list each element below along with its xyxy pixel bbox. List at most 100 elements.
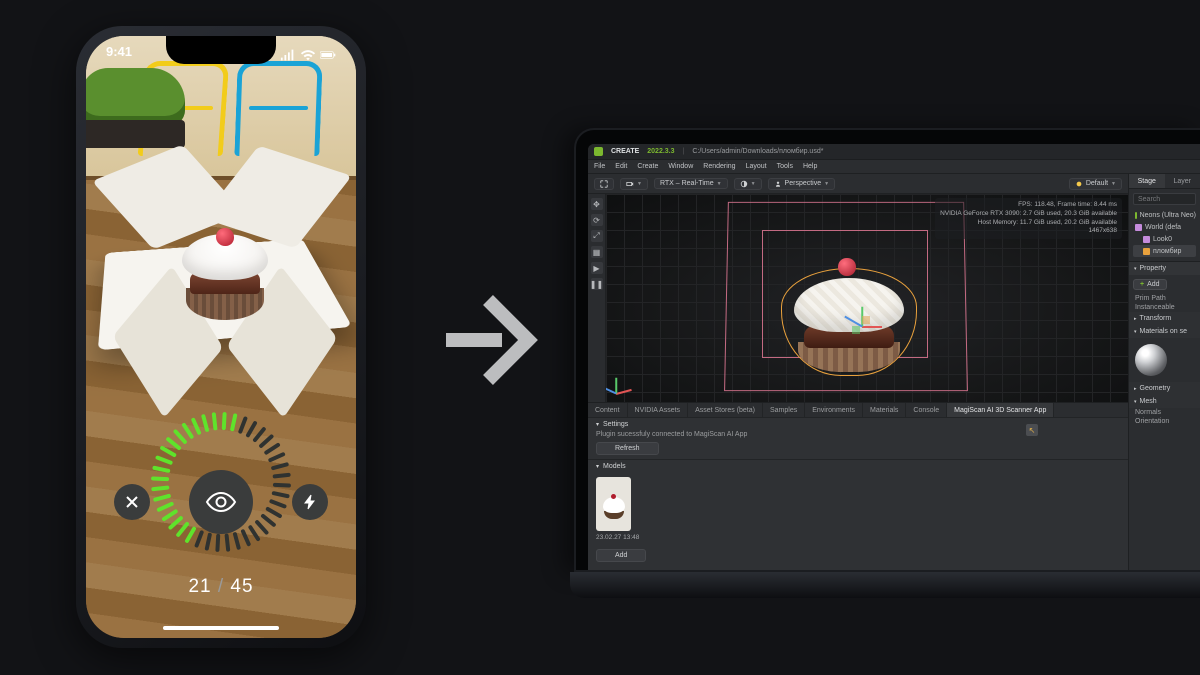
laptop-base [570,572,1200,598]
menu-window[interactable]: Window [668,163,693,170]
app-logo-icon [594,147,603,156]
property-add-button[interactable]: Add [1133,279,1167,290]
settings-panel: Settings Plugin sucessfuly connected to … [588,417,1128,459]
signal-icon [280,49,296,61]
scale-tool[interactable]: ⤢ [591,230,603,242]
settings-header[interactable]: Settings [588,418,1128,431]
stat-res: 1467x638 [940,227,1117,236]
tree-row[interactable]: пломбир [1133,245,1196,257]
renderer-label: RTX – Real-Time [660,180,714,187]
models-panel: Models 23.02.27 13:48 Add [588,459,1128,570]
menu-file[interactable]: File [594,163,605,170]
bottom-tab-7[interactable]: MagiScan AI 3D Scanner App [947,403,1054,417]
file-path: C:/Users/admin/Downloads/пломбир.usd* [692,148,823,155]
status-clock: 9:41 [106,44,132,66]
app-name: CREATE [611,148,639,155]
camera-mode-label: Perspective [785,180,822,187]
viewport-3d[interactable]: FPS: 118.48, Frame time: 8.44 ms NVIDIA … [606,194,1128,402]
tree-row[interactable]: Neons (Ultra Neo) [1133,209,1196,221]
viewport-toolbar: ▼ RTX – Real-Time▼ ▼ Perspective▼ Defaul… [588,174,1128,194]
bottom-tab-bar: ContentNVIDIA AssetsAsset Stores (beta)S… [588,402,1128,417]
shading-select-button[interactable]: ▼ [734,178,762,190]
bottom-tab-6[interactable]: Console [906,403,947,417]
bottom-tab-0[interactable]: Content [588,403,628,417]
axis-indicator-icon [616,370,640,394]
transfer-arrow-icon [438,280,538,400]
tree-row[interactable]: Look0 [1133,233,1196,245]
home-indicator[interactable] [163,626,279,630]
counter-current: 21 [188,576,211,597]
tab-stage[interactable]: Stage [1129,174,1165,188]
model-thumbnail [596,477,631,531]
instanceable-label: Instanceable [1129,303,1200,312]
capture-button[interactable] [189,470,253,534]
camera-select-button[interactable]: ▼ [620,178,648,190]
select-tool[interactable]: ↖ [1026,424,1038,436]
status-icons [280,44,336,66]
menu-rendering[interactable]: Rendering [703,163,735,170]
omniverse-app: CREATE 2022.3.3 | C:/Users/admin/Downloa… [588,144,1200,570]
stage-search-input[interactable]: Search [1133,193,1196,205]
plugin-status: Plugin sucessfuly connected to MagiScan … [588,431,1128,442]
laptop-device: CREATE 2022.3.3 | C:/Users/admin/Downloa… [574,128,1200,598]
camera-mode-select[interactable]: Perspective▼ [768,178,836,190]
rotate-tool[interactable]: ⟳ [591,214,603,226]
menu-create[interactable]: Create [637,163,658,170]
model-timestamp: 23.02.27 13:48 [596,534,639,541]
frame-counter: 21 / 45 [86,576,356,598]
right-side-panel: Stage Layer Search Neons (Ultra Neo)Worl… [1128,174,1200,570]
mesh-orientation-label: Orientation [1129,417,1200,426]
add-model-button[interactable]: Add [596,549,646,562]
stage-tree: Neons (Ultra Neo)World (defaLook0пломбир [1129,209,1200,257]
property-panel: Property Add Prim Path Instanceable Tran… [1129,261,1200,426]
eye-icon [204,485,238,519]
close-button[interactable] [114,484,150,520]
mesh-normals-label: Normals [1129,408,1200,417]
stat-mem: Host Memory: 11.7 GiB used, 20.2 GiB ava… [940,219,1117,228]
model-item[interactable]: 23.02.27 13:48 [596,477,639,541]
tree-row[interactable]: World (defa [1133,221,1196,233]
section-mesh[interactable]: Mesh [1129,395,1200,408]
stat-gpu: NVIDIA GeForce RTX 3090: 2.7 GiB used, 2… [940,210,1117,219]
transform-gizmo[interactable] [842,306,882,346]
renderer-select[interactable]: RTX – Real-Time▼ [654,178,728,189]
viewport-tool-column: ↖ ✥ ⟳ ⤢ ▦ ▶ ❚❚ [588,194,606,402]
lighting-select[interactable]: Default▼ [1069,178,1122,190]
models-header[interactable]: Models [588,460,1128,473]
prim-path-label: Prim Path [1129,294,1200,303]
bottom-tab-1[interactable]: NVIDIA Assets [628,403,689,417]
phone-device: 9:41 [76,26,366,648]
material-preview-sphere[interactable] [1135,344,1167,376]
wifi-icon [300,49,316,61]
bottom-tab-3[interactable]: Samples [763,403,805,417]
phone-screen: 9:41 [86,36,356,638]
snap-tool[interactable]: ▦ [591,246,603,258]
section-materials[interactable]: Materials on se [1129,325,1200,338]
laptop-screen: CREATE 2022.3.3 | C:/Users/admin/Downloa… [574,128,1200,572]
viewport-expand-button[interactable] [594,178,614,190]
section-transform[interactable]: Transform [1129,312,1200,325]
lighting-label: Default [1086,180,1108,187]
property-header[interactable]: Property [1129,262,1200,275]
counter-total: 45 [230,576,253,597]
title-bar: CREATE 2022.3.3 | C:/Users/admin/Downloa… [588,144,1200,160]
section-geometry[interactable]: Geometry [1129,382,1200,395]
menu-layout[interactable]: Layout [746,163,767,170]
pause-tool[interactable]: ❚❚ [591,278,603,290]
menu-edit[interactable]: Edit [615,163,627,170]
refresh-button[interactable]: Refresh [596,442,659,455]
stat-fps: FPS: 118.48, Frame time: 8.44 ms [940,201,1117,210]
stage-layer-tabs: Stage Layer [1129,174,1200,189]
menu-help[interactable]: Help [803,163,817,170]
viewport-stats: FPS: 118.48, Frame time: 8.44 ms NVIDIA … [935,198,1122,239]
tab-layer[interactable]: Layer [1165,174,1200,188]
bottom-tab-2[interactable]: Asset Stores (beta) [688,403,763,417]
move-tool[interactable]: ✥ [591,198,603,210]
menu-tools[interactable]: Tools [777,163,793,170]
app-version: 2022.3.3 [647,148,674,155]
play-tool[interactable]: ▶ [591,262,603,274]
flash-button[interactable] [292,484,328,520]
bottom-tab-5[interactable]: Materials [863,403,906,417]
scan-subject-cupcake [182,234,268,320]
bottom-tab-4[interactable]: Environments [805,403,863,417]
